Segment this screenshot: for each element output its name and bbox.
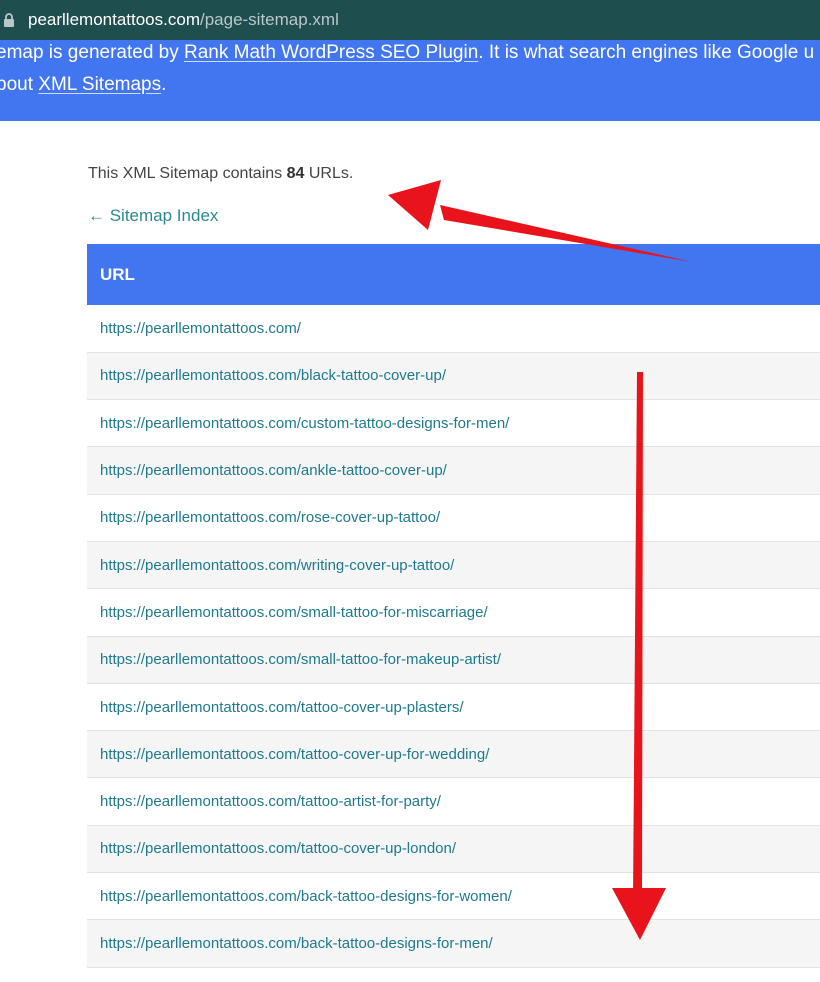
url-link[interactable]: https://pearllemontattoos.com/black-tatt… <box>100 367 446 384</box>
url-link[interactable]: https://pearllemontattoos.com/tattoo-cov… <box>100 699 464 716</box>
table-row: https://pearllemontattoos.com/tattoo-cov… <box>87 825 820 874</box>
table-row: https://pearllemontattoos.com/rose-cover… <box>87 494 820 542</box>
banner-text: . <box>161 74 167 95</box>
banner-line-2: bout XML Sitemaps. <box>0 74 166 96</box>
browser-address-bar[interactable]: pearllemontattoos.com/page-sitemap.xml <box>0 0 820 40</box>
table-row: https://pearllemontattoos.com/writing-co… <box>87 541 820 590</box>
url-link[interactable]: https://pearllemontattoos.com/tattoo-cov… <box>100 746 489 763</box>
url-link[interactable]: https://pearllemontattoos.com/small-tatt… <box>100 651 501 668</box>
table-row: https://pearllemontattoos.com/tattoo-cov… <box>87 730 820 779</box>
url-column-header: URL <box>87 244 820 305</box>
table-row: https://pearllemontattoos.com/back-tatto… <box>87 872 820 921</box>
url-link[interactable]: https://pearllemontattoos.com/writing-co… <box>100 557 454 574</box>
summary-text: This XML Sitemap contains <box>88 165 287 182</box>
url-table: URL https://pearllemontattoos.com/ https… <box>87 244 820 968</box>
rank-math-link[interactable]: Rank Math WordPress SEO Plugin <box>184 42 478 63</box>
url-link[interactable]: https://pearllemontattoos.com/tattoo-cov… <box>100 840 456 857</box>
url-link[interactable]: https://pearllemontattoos.com/tattoo-art… <box>100 793 441 810</box>
url-link[interactable]: https://pearllemontattoos.com/small-tatt… <box>100 604 488 621</box>
table-row: https://pearllemontattoos.com/tattoo-cov… <box>87 683 820 732</box>
sitemap-index-link[interactable]: ← Sitemap Index <box>88 206 218 226</box>
url-link[interactable]: https://pearllemontattoos.com/custom-tat… <box>100 415 509 432</box>
table-row: https://pearllemontattoos.com/tattoo-art… <box>87 777 820 826</box>
table-row: https://pearllemontattoos.com/small-tatt… <box>87 588 820 637</box>
url-link[interactable]: https://pearllemontattoos.com/ankle-tatt… <box>100 462 447 479</box>
table-row: https://pearllemontattoos.com/small-tatt… <box>87 636 820 684</box>
url-domain: pearllemontattoos.com <box>28 10 200 29</box>
table-row: https://pearllemontattoos.com/ankle-tatt… <box>87 446 820 495</box>
summary-text: URLs. <box>304 165 354 182</box>
xml-sitemaps-link[interactable]: XML Sitemaps <box>38 74 161 95</box>
banner-text: bout <box>0 74 39 95</box>
url-link[interactable]: https://pearllemontattoos.com/back-tatto… <box>100 935 493 952</box>
table-row: https://pearllemontattoos.com/black-tatt… <box>87 352 820 401</box>
banner-line-1: emap is generated by Rank Math WordPress… <box>0 42 814 64</box>
url-link[interactable]: https://pearllemontattoos.com/ <box>100 320 301 337</box>
url-count: 84 <box>286 165 305 182</box>
lock-icon[interactable] <box>2 12 16 28</box>
url-link[interactable]: https://pearllemontattoos.com/back-tatto… <box>100 888 512 905</box>
sitemap-description-banner: emap is generated by Rank Math WordPress… <box>0 40 820 121</box>
table-row: https://pearllemontattoos.com/ <box>87 305 820 353</box>
banner-text: emap is generated by <box>0 42 185 63</box>
table-row: https://pearllemontattoos.com/back-tatto… <box>87 919 820 968</box>
url-path: /page-sitemap.xml <box>199 10 339 29</box>
table-row: https://pearllemontattoos.com/custom-tat… <box>87 399 820 448</box>
sitemap-url-count: This XML Sitemap contains 84 URLs. <box>88 165 353 183</box>
url-link[interactable]: https://pearllemontattoos.com/rose-cover… <box>100 509 440 526</box>
banner-text: . It is what search engines like Google … <box>478 42 815 63</box>
